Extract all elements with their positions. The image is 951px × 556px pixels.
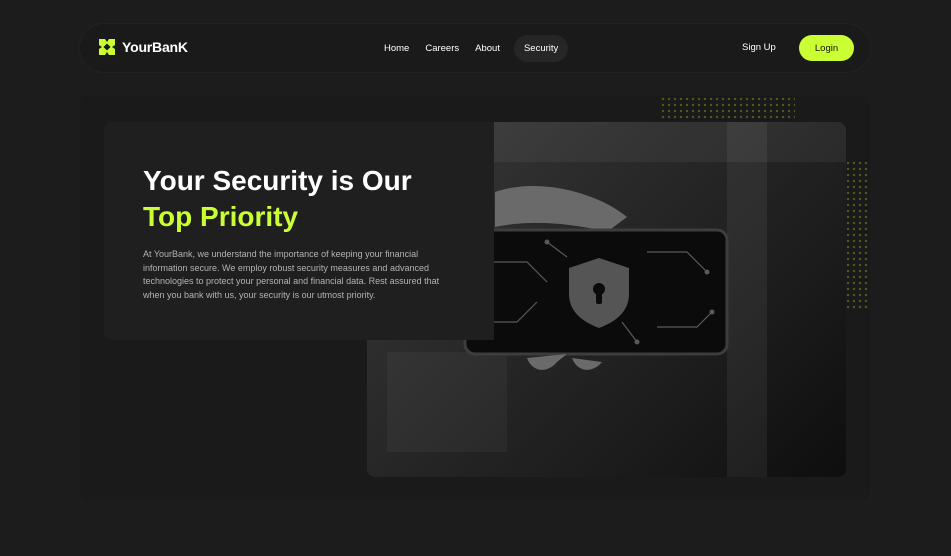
hero-title-highlight: Top Priority (143, 201, 299, 232)
nav-item-careers[interactable]: Careers (419, 35, 465, 62)
nav-item-security[interactable]: Security (513, 35, 569, 62)
login-button[interactable]: Login (799, 35, 854, 61)
signup-link[interactable]: Sign Up (742, 42, 776, 53)
top-navbar: YourBanK Home Careers About Security Sig… (80, 24, 870, 72)
nav-links: Home Careers About Security (378, 35, 569, 62)
brand-logo[interactable]: YourBanK (98, 38, 188, 56)
nav-item-about[interactable]: About (469, 35, 506, 62)
hero-title: Your Security is Our Top Priority (143, 163, 483, 235)
hero-title-line1: Your Security is Our (143, 165, 412, 196)
brand-name: YourBanK (122, 39, 188, 55)
decorative-dot-pattern (660, 96, 795, 120)
nav-item-home[interactable]: Home (378, 35, 415, 62)
hero-description: At YourBank, we understand the importanc… (143, 249, 440, 300)
brand-logo-icon (99, 39, 115, 55)
decorative-dot-pattern (845, 160, 870, 310)
